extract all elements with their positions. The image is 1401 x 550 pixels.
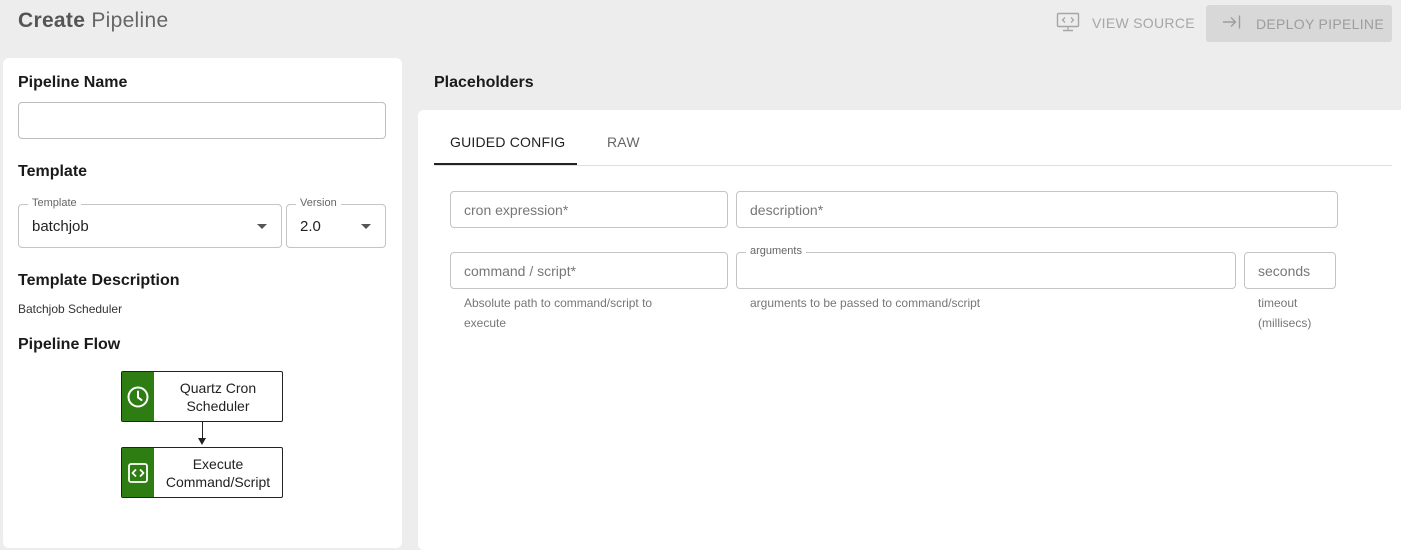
command-script-input[interactable]: command / script* xyxy=(450,252,728,289)
flow-node-execute-command-script[interactable]: Execute Command/Script xyxy=(121,447,283,498)
chevron-down-icon xyxy=(257,224,267,229)
flow-node-label: Execute Command/Script xyxy=(165,455,271,490)
pipeline-flow-heading: Pipeline Flow xyxy=(18,336,121,353)
placeholders-panel: GUIDED CONFIG RAW cron expression* descr… xyxy=(418,110,1401,550)
arguments-label: arguments xyxy=(746,245,806,257)
deploy-pipeline-label: DEPLOY PIPELINE xyxy=(1256,15,1384,32)
view-source-button[interactable]: VIEW SOURCE xyxy=(1056,8,1195,38)
arrow-down-icon xyxy=(198,438,206,445)
arguments-input[interactable]: arguments xyxy=(736,245,1236,289)
template-description-text: Batchjob Scheduler xyxy=(18,302,123,316)
deploy-pipeline-button[interactable]: DEPLOY PIPELINE xyxy=(1206,5,1392,42)
flow-node-label: Quartz Cron Scheduler xyxy=(179,379,257,414)
version-select-label: Version xyxy=(296,197,341,209)
timeout-placeholder: seconds xyxy=(1258,263,1311,279)
tab-raw[interactable]: RAW xyxy=(607,134,640,150)
description-placeholder: description* xyxy=(750,202,824,218)
version-select-value: 2.0 xyxy=(300,218,321,235)
timeout-input[interactable]: seconds xyxy=(1244,252,1336,289)
timeout-helper: timeout (millisecs) xyxy=(1258,296,1312,330)
template-select[interactable]: Template batchjob xyxy=(18,197,282,248)
template-select-label: Template xyxy=(28,197,81,209)
template-description-heading: Template Description xyxy=(18,272,180,289)
flow-node-quartz-cron-scheduler[interactable]: Quartz Cron Scheduler xyxy=(121,371,283,422)
pipeline-name-input[interactable] xyxy=(18,102,386,139)
page-title: Create Pipeline xyxy=(18,9,168,33)
flow-connector xyxy=(202,422,203,439)
page-title-rest: Pipeline xyxy=(91,9,169,32)
template-heading: Template xyxy=(18,163,88,180)
template-select-value: batchjob xyxy=(32,218,89,235)
pipeline-name-heading: Pipeline Name xyxy=(18,74,128,91)
cron-expression-input[interactable]: cron expression* xyxy=(450,191,728,228)
clock-icon xyxy=(122,372,154,421)
command-script-helper: Absolute path to command/script to execu… xyxy=(464,296,653,330)
pipeline-settings-panel: Pipeline Name Template Template batchjob… xyxy=(3,58,402,548)
cron-expression-placeholder: cron expression* xyxy=(464,202,569,218)
code-icon xyxy=(122,448,154,497)
placeholders-heading: Placeholders xyxy=(434,74,534,91)
version-select[interactable]: Version 2.0 xyxy=(286,197,386,248)
arguments-helper: arguments to be passed to command/script xyxy=(750,296,981,310)
tabs-divider xyxy=(434,165,1392,166)
command-script-placeholder: command / script* xyxy=(464,263,577,279)
chevron-down-icon xyxy=(361,224,371,229)
description-input[interactable]: description* xyxy=(736,191,1338,228)
monitor-code-icon xyxy=(1056,12,1080,35)
arrow-right-bar-icon xyxy=(1222,14,1242,33)
page-title-bold: Create xyxy=(18,9,86,32)
view-source-label: VIEW SOURCE xyxy=(1092,15,1195,31)
tab-guided-config[interactable]: GUIDED CONFIG xyxy=(450,134,565,150)
